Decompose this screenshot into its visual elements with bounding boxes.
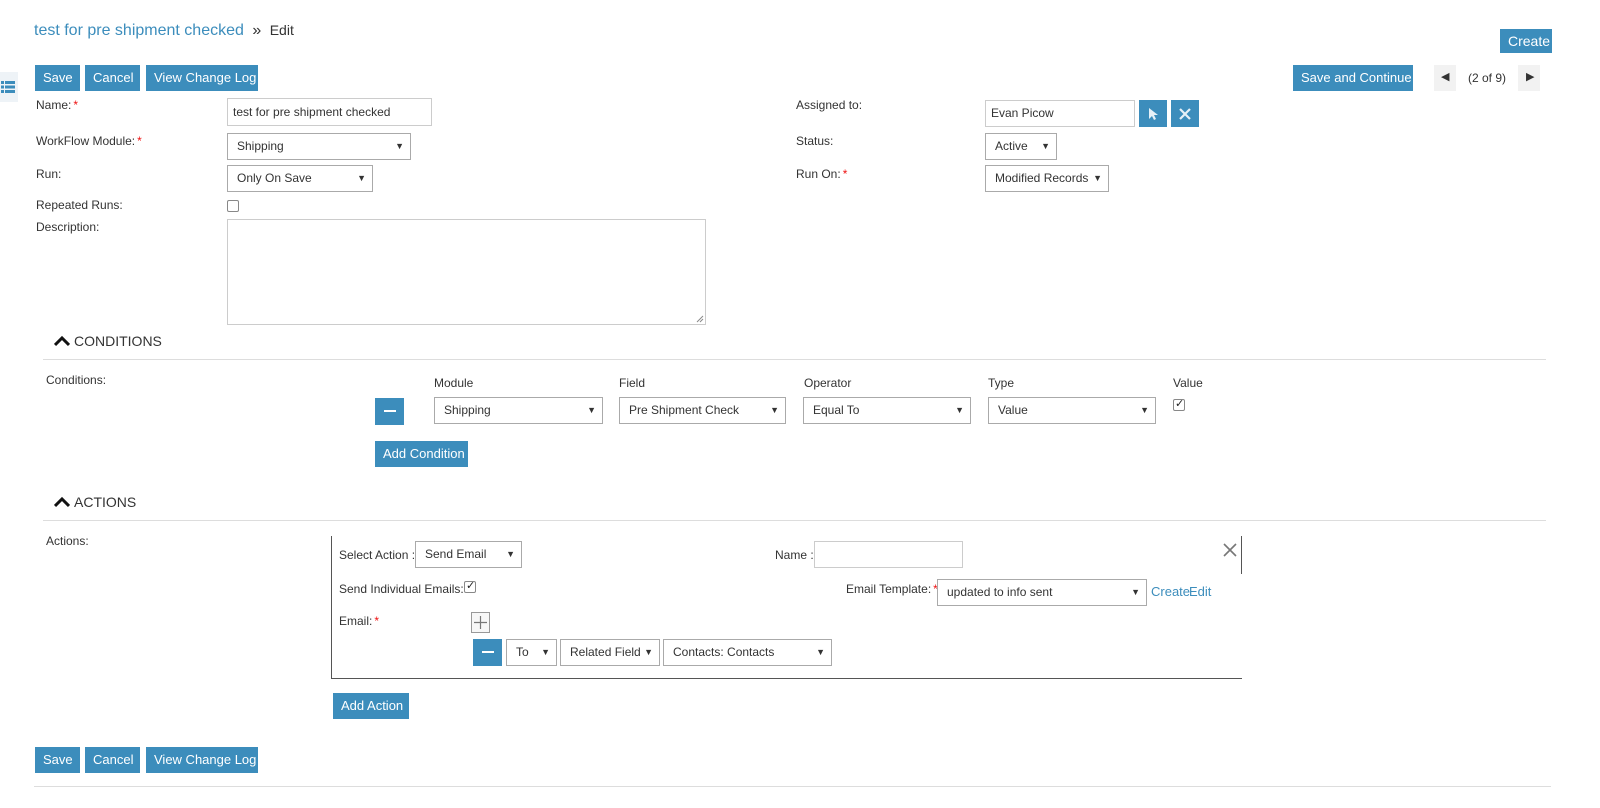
chevron-down-icon: ▼ <box>541 647 550 657</box>
breadcrumb-record-link[interactable]: test for pre shipment checked <box>34 22 244 39</box>
create-template-link[interactable]: Create <box>1151 584 1190 599</box>
clear-icon <box>1179 108 1191 120</box>
next-record-button[interactable]: ▶ <box>1518 65 1540 91</box>
select-action-label: Select Action : <box>339 548 416 562</box>
select-arrow-icon <box>1149 108 1158 120</box>
run-label: Run: <box>36 167 62 181</box>
conditions-panel <box>43 360 1546 480</box>
actions-section-title: ACTIONS <box>74 494 137 510</box>
status-select[interactable]: Active ▼ <box>985 133 1057 160</box>
assigned-to-label: Assigned to: <box>796 98 863 112</box>
clear-user-button[interactable] <box>1171 100 1199 127</box>
actions-label: Actions: <box>46 534 89 548</box>
prev-record-button[interactable]: ◀ <box>1434 65 1456 91</box>
repeated-runs-checkbox[interactable] <box>227 200 239 212</box>
bottom-save-button[interactable]: Save <box>35 747 80 773</box>
chevron-down-icon: ▼ <box>770 405 779 415</box>
minus-icon <box>383 410 396 412</box>
conditions-section-title: CONDITIONS <box>74 333 162 349</box>
chevron-down-icon: ▼ <box>1093 173 1102 183</box>
email-template-select[interactable]: updated to info sent ▼ <box>937 579 1147 606</box>
conditions-section-toggle[interactable]: CONDITIONS <box>54 333 162 349</box>
chevron-down-icon: ▼ <box>1041 141 1050 151</box>
send-individual-label: Send Individual Emails: <box>339 582 464 596</box>
workflow-module-label: WorkFlow Module: * <box>36 134 142 148</box>
condition-col-value: Value <box>1173 376 1203 390</box>
name-input[interactable]: test for pre shipment checked <box>227 98 432 126</box>
condition-type-select[interactable]: Value ▼ <box>988 397 1156 424</box>
action-name-input[interactable] <box>814 541 963 568</box>
email-template-label: Email Template: * <box>846 582 938 596</box>
chevron-down-icon: ▼ <box>955 405 964 415</box>
name-label: Name: * <box>36 98 79 112</box>
bottom-view-change-log-button[interactable]: View Change Log <box>146 747 258 773</box>
save-and-continue-button[interactable]: Save and Continue <box>1293 65 1413 91</box>
chevron-left-icon: ◀ <box>1441 71 1450 83</box>
condition-col-type: Type <box>988 376 1015 390</box>
chevron-up-icon <box>54 335 70 347</box>
chevron-down-icon: ▼ <box>357 173 366 183</box>
send-individual-checkbox[interactable] <box>464 579 476 593</box>
actions-section-toggle[interactable]: ACTIONS <box>54 494 136 510</box>
add-action-button[interactable]: Add Action <box>333 693 409 719</box>
breadcrumb: test for pre shipment checked » Edit <box>34 22 294 40</box>
chevron-down-icon: ▼ <box>1140 405 1149 415</box>
breadcrumb-mode: Edit <box>269 22 294 38</box>
email-to-select[interactable]: To ▼ <box>506 639 557 666</box>
select-action-select[interactable]: Send Email ▼ <box>415 541 522 568</box>
status-label: Status: <box>796 134 834 148</box>
run-select[interactable]: Only On Save ▼ <box>227 165 373 192</box>
breadcrumb-separator: » <box>252 22 262 39</box>
condition-col-field: Field <box>619 376 646 390</box>
remove-action-button[interactable] <box>1223 543 1239 559</box>
list-icon[interactable] <box>0 72 18 102</box>
add-condition-button[interactable]: Add Condition <box>375 441 468 467</box>
condition-field-select[interactable]: Pre Shipment Check ▼ <box>619 397 786 424</box>
chevron-down-icon: ▼ <box>1131 587 1140 597</box>
description-textarea[interactable] <box>227 219 706 325</box>
condition-col-operator: Operator <box>804 376 852 390</box>
pager-text: (2 of 9) <box>1468 71 1507 85</box>
chevron-right-icon: ▶ <box>1526 71 1535 83</box>
chevron-down-icon: ▼ <box>395 141 404 151</box>
remove-email-button[interactable] <box>473 639 502 666</box>
add-email-button[interactable] <box>471 612 490 633</box>
repeated-runs-label: Repeated Runs: <box>36 198 123 212</box>
footer-divider <box>34 786 1551 787</box>
select-user-button[interactable] <box>1139 100 1167 127</box>
condition-value-checkbox[interactable] <box>1173 397 1185 411</box>
condition-module-select[interactable]: Shipping ▼ <box>434 397 603 424</box>
condition-operator-select[interactable]: Equal To ▼ <box>803 397 971 424</box>
close-icon <box>1223 543 1237 557</box>
action-box-right-edge <box>1241 536 1242 574</box>
run-on-label: Run On: * <box>796 167 848 181</box>
edit-template-link[interactable]: Edit <box>1189 584 1211 599</box>
condition-col-module: Module <box>434 376 474 390</box>
bottom-cancel-button[interactable]: Cancel <box>85 747 140 773</box>
workflow-module-select[interactable]: Shipping ▼ <box>227 133 411 160</box>
chevron-down-icon: ▼ <box>816 647 825 657</box>
cancel-button[interactable]: Cancel <box>85 65 140 91</box>
assigned-to-input[interactable]: Evan Picow <box>985 100 1135 127</box>
remove-condition-button[interactable] <box>375 398 404 425</box>
chevron-down-icon: ▼ <box>587 405 596 415</box>
chevron-down-icon: ▼ <box>644 647 653 657</box>
email-field-type-select[interactable]: Related Field ▼ <box>560 639 660 666</box>
save-button[interactable]: Save <box>35 65 80 91</box>
plus-icon <box>474 616 487 629</box>
chevron-up-icon <box>54 496 70 508</box>
minus-icon <box>481 651 494 653</box>
resize-handle-icon[interactable] <box>696 315 704 323</box>
email-contact-select[interactable]: Contacts: Contacts ▼ <box>663 639 832 666</box>
view-change-log-button[interactable]: View Change Log <box>146 65 258 91</box>
description-label: Description: <box>36 220 100 234</box>
chevron-down-icon: ▼ <box>506 549 515 559</box>
run-on-select[interactable]: Modified Records ▼ <box>985 165 1109 192</box>
conditions-label: Conditions: <box>46 373 107 387</box>
action-name-label: Name : <box>775 548 814 562</box>
email-label: Email: * <box>339 614 380 628</box>
create-button[interactable]: Create <box>1500 29 1552 53</box>
